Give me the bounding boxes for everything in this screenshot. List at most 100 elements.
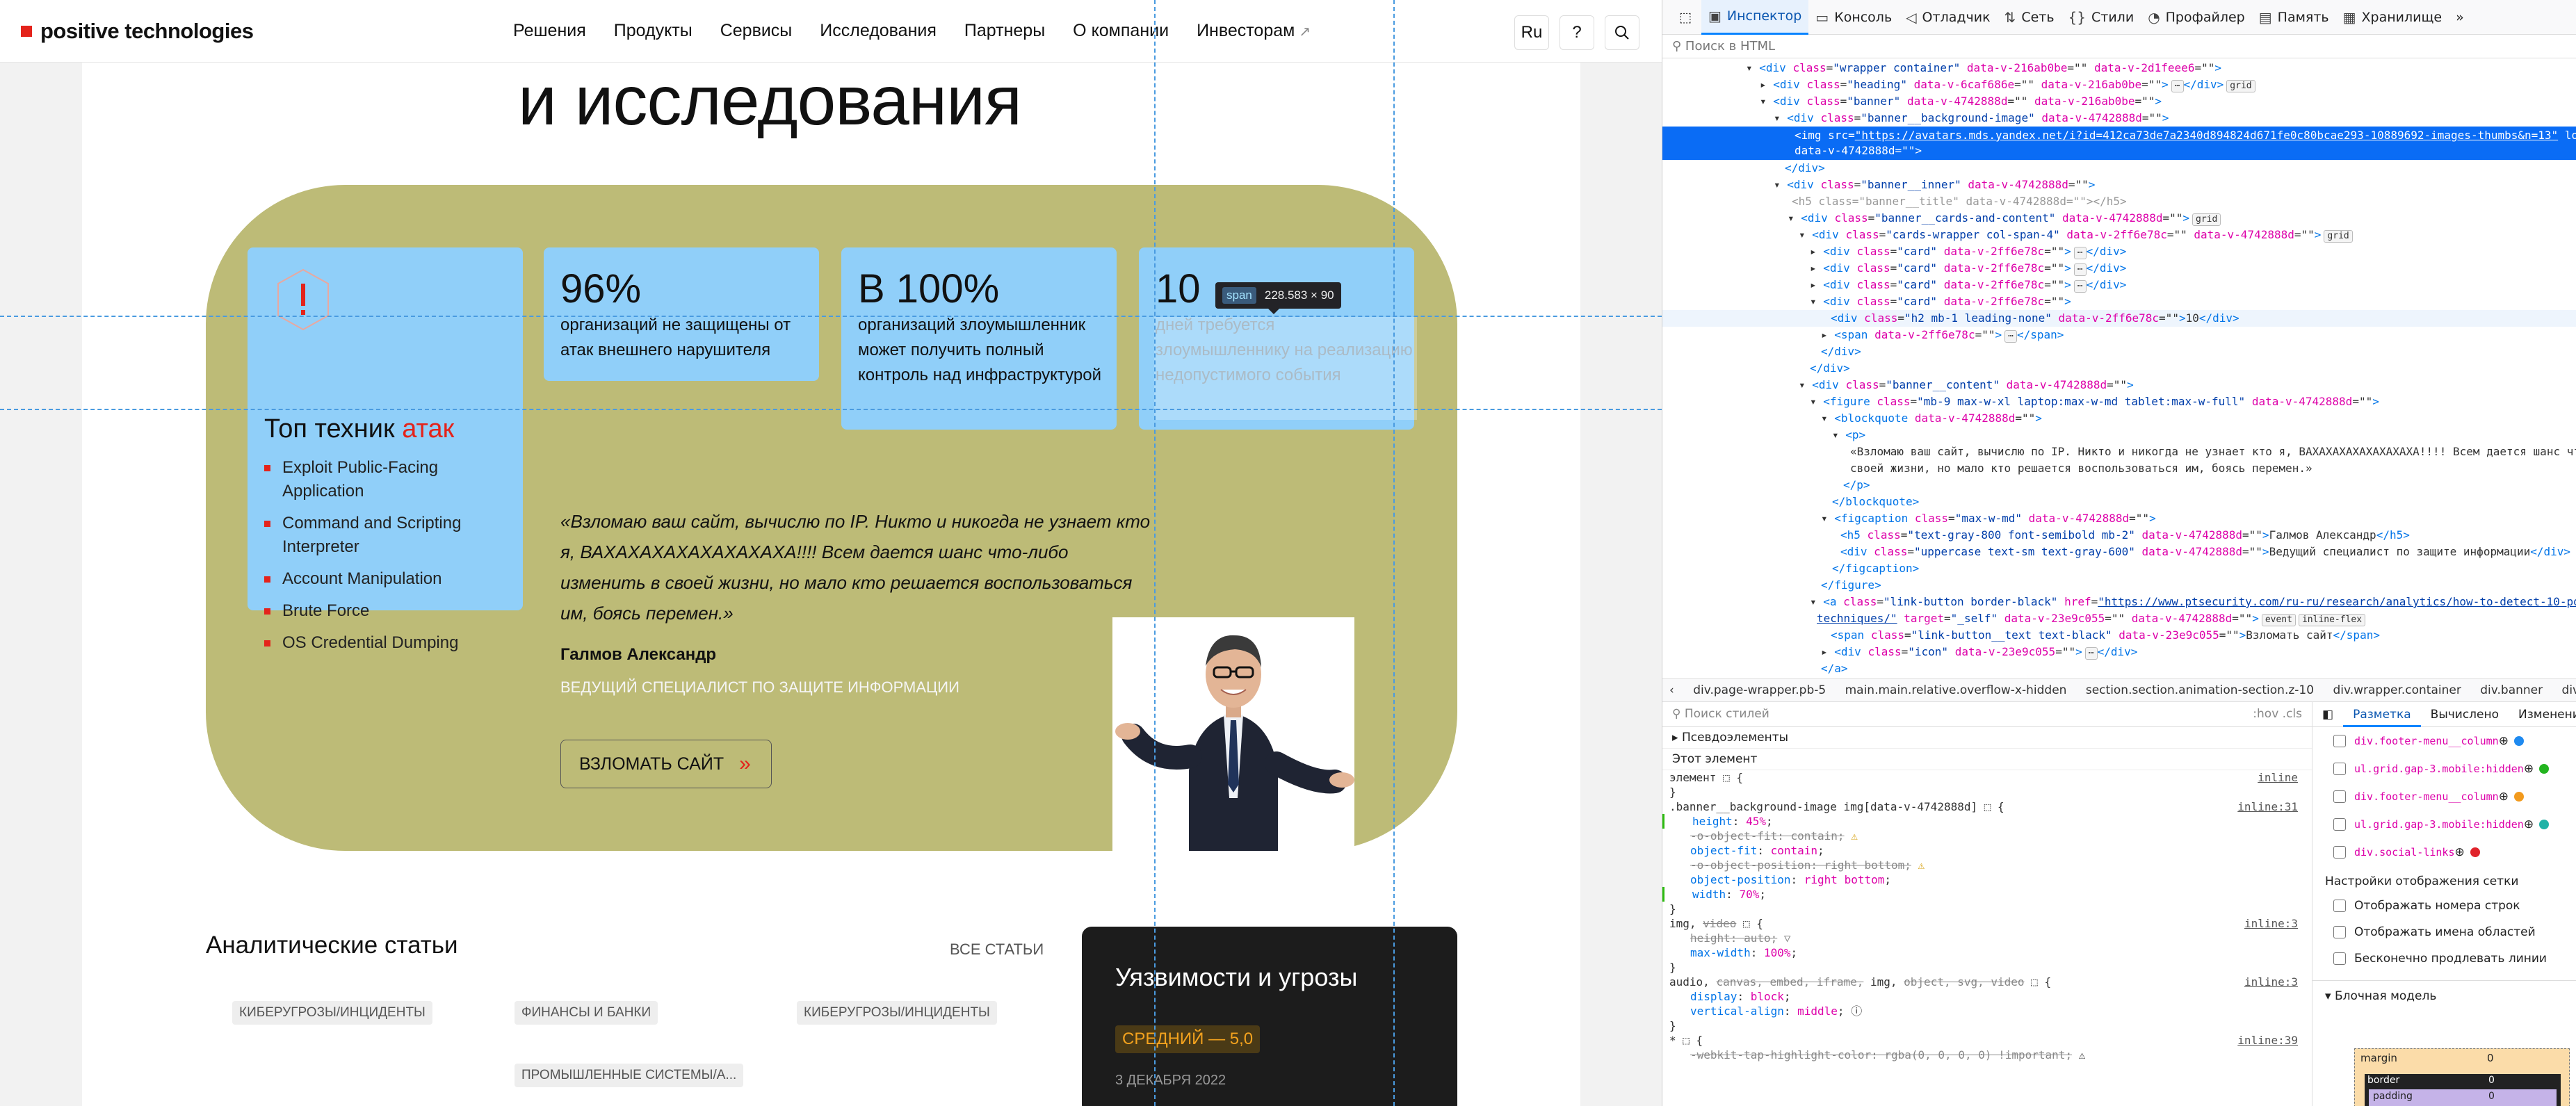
dom-node[interactable]: <div class="h2 mb-1 leading-none" data-v… xyxy=(1662,310,2576,327)
dom-node[interactable]: </a> xyxy=(1662,660,2576,677)
dom-node[interactable]: ▸ <div class="card" data-v-2ff6e78c=""> ⋯… xyxy=(1662,260,2576,277)
article-card[interactable]: Киберугрозы/инциденты xyxy=(770,980,1039,1106)
grid-setting[interactable]: Отображать имена областей xyxy=(2312,919,2576,945)
grid-overlay-item[interactable]: div.footer-menu__column ⊕ xyxy=(2312,727,2576,755)
css-declaration[interactable]: height: 45%; xyxy=(1662,814,2312,829)
tab-console[interactable]: ▭ Консоль xyxy=(1808,0,1899,35)
dom-node[interactable]: </p> xyxy=(1662,477,2576,494)
dom-node[interactable]: </div> xyxy=(1662,343,2576,360)
grid-setting[interactable]: Бесконечно продлевать линии xyxy=(2312,945,2576,972)
article-tag[interactable]: Промышленные системы/А... xyxy=(515,1064,744,1087)
styles-filter-input[interactable]: ⚲ Поиск стилей xyxy=(1672,707,1769,722)
tab-inspector[interactable]: ▣ Инспектор xyxy=(1701,0,1809,35)
styles-toggle-buttons[interactable]: :hov .cls xyxy=(2253,707,2302,722)
checkbox[interactable] xyxy=(2333,846,2346,859)
breadcrumb-item[interactable]: div.banner xyxy=(2480,683,2543,697)
article-card[interactable]: Финансы и банки Промышленные системы/А..… xyxy=(488,980,756,1106)
checkbox[interactable] xyxy=(2333,763,2346,775)
grid-overlay-item[interactable]: ul.grid.gap-3.mobile:hidden ⊕ xyxy=(2312,811,2576,838)
checkbox[interactable] xyxy=(2333,900,2346,912)
breadcrumb-item[interactable]: section.section.animation-section.z-10 xyxy=(2086,683,2314,697)
grid-setting[interactable]: Отображать номера строк xyxy=(2312,893,2576,919)
css-declaration[interactable]: -o-object-position: right bottom; ⚠ xyxy=(1662,858,2312,872)
dom-node[interactable]: ▸ <div class="heading" data-v-6caf686e="… xyxy=(1662,76,2576,93)
vulnerabilities-card[interactable]: Уязвимости и угрозы Средний — 5,0 3 дека… xyxy=(1082,927,1457,1106)
tab-debugger[interactable]: ◁ Отладчик xyxy=(1899,0,1997,35)
sidebar-toggle-icon[interactable]: ◧ xyxy=(2312,702,2343,727)
dom-node[interactable]: <h5 class="text-gray-800 font-semibold m… xyxy=(1662,527,2576,544)
article-tag[interactable]: Киберугрозы/инциденты xyxy=(797,1001,997,1025)
dom-node[interactable]: techniques/" target="_self" data-v-23e9c… xyxy=(1662,610,2576,627)
checkbox[interactable] xyxy=(2333,790,2346,803)
nav-item-services[interactable]: Сервисы xyxy=(720,21,793,41)
dom-node[interactable]: ▸ <div class="card" data-v-2ff6e78c=""> ⋯… xyxy=(1662,243,2576,260)
checkbox[interactable] xyxy=(2333,926,2346,938)
breadcrumb-item[interactable]: div.page-wrapper.pb-5 xyxy=(1693,683,1826,697)
dom-node[interactable]: ▸ <div class="card" data-v-2ff6e78c=""> ⋯… xyxy=(1662,277,2576,293)
css-declaration[interactable]: object-position: right bottom; xyxy=(1662,872,2312,887)
css-rule[interactable]: img, video ⬚ {inline:3 xyxy=(1662,916,2312,931)
tab-computed[interactable]: Вычислено xyxy=(2421,702,2509,727)
search-button[interactable] xyxy=(1605,15,1639,50)
dom-node[interactable]: </figure> xyxy=(1662,577,2576,594)
hack-site-button[interactable]: Взломать сайт » xyxy=(560,740,772,788)
tab-changes[interactable]: Изменения xyxy=(2509,702,2576,727)
dom-node-selected[interactable]: <img src="https://avatars.mds.yandex.net… xyxy=(1662,127,2576,160)
dom-node[interactable]: <div class="uppercase text-sm text-gray-… xyxy=(1662,544,2576,560)
color-swatch[interactable] xyxy=(2539,764,2550,774)
css-rule[interactable]: * ⬚ {inline:39 xyxy=(1662,1033,2312,1048)
css-rule[interactable]: audio, canvas, embed, iframe, img, objec… xyxy=(1662,975,2312,989)
css-rule[interactable]: элемент ⬚ {inline xyxy=(1662,770,2312,785)
dom-node[interactable]: ▾ <div class="wrapper container" data-v-… xyxy=(1662,60,2576,76)
dom-node[interactable]: ▾ <div class="banner__background-image" … xyxy=(1662,110,2576,127)
dom-node[interactable]: ▾ <blockquote data-v-4742888d=""> xyxy=(1662,410,2576,427)
dom-node[interactable]: ▾ <div class="card" data-v-2ff6e78c=""> xyxy=(1662,293,2576,310)
css-rule[interactable]: .banner__background-image img[data-v-474… xyxy=(1662,799,2312,814)
breadcrumb-item[interactable]: div.wrapper.container xyxy=(2333,683,2461,697)
help-button[interactable]: ? xyxy=(1560,15,1594,50)
css-declaration[interactable]: width: 70%; xyxy=(1662,887,2312,902)
breadcrumb-item[interactable]: main.main.relative.overflow-x-hidden xyxy=(1845,683,2067,697)
all-articles-link[interactable]: Все статьи xyxy=(950,941,1044,959)
logo[interactable]: positive technologies xyxy=(21,19,254,43)
breadcrumb-item[interactable]: div.banner__background-i xyxy=(2562,683,2576,697)
grid-overlay-item[interactable]: div.social-links ⊕ xyxy=(2312,838,2576,866)
grid-overlay-item[interactable]: div.footer-menu__column ⊕ xyxy=(2312,783,2576,811)
nav-item-products[interactable]: Продукты xyxy=(614,21,692,41)
tab-profiler[interactable]: ◔ Профайлер xyxy=(2141,0,2252,35)
article-tag[interactable]: Киберугрозы/инциденты xyxy=(232,1001,432,1025)
tab-storage[interactable]: ▦ Хранилище xyxy=(2336,0,2449,35)
tab-network[interactable]: ⇅ Сеть xyxy=(1998,0,2061,35)
language-button[interactable]: Ru xyxy=(1514,15,1549,50)
css-declaration[interactable]: vertical-align: middle; ⓘ xyxy=(1662,1004,2312,1018)
nav-item-research[interactable]: Исследования xyxy=(820,21,937,41)
dom-node[interactable]: ▾ <figcaption class="max-w-md" data-v-47… xyxy=(1662,510,2576,527)
dom-node[interactable]: </div> xyxy=(1662,160,2576,177)
nav-item-partners[interactable]: Партнеры xyxy=(964,21,1045,41)
color-swatch[interactable] xyxy=(2470,847,2480,857)
checkbox[interactable] xyxy=(2333,952,2346,965)
css-declaration[interactable]: max-width: 100%; xyxy=(1662,945,2312,960)
dom-node[interactable]: ▾ <div class="banner__cards-and-content"… xyxy=(1662,210,2576,227)
html-search-input[interactable]: ⚲ Поиск в HTML xyxy=(1662,35,2576,58)
dom-node[interactable]: ▸ <div class="icon" data-v-23e9c055=""> ⋯… xyxy=(1662,644,2576,660)
dom-node[interactable]: ▾ <div class="banner" data-v-4742888d=""… xyxy=(1662,93,2576,110)
css-declaration[interactable]: -webkit-tap-highlight-color: rgba(0, 0, … xyxy=(1662,1048,2312,1062)
dom-node[interactable]: <h5 class="banner__title" data-v-4742888… xyxy=(1662,193,2576,210)
css-declaration[interactable]: object-fit: contain; xyxy=(1662,843,2312,858)
pseudo-elements-section[interactable]: ▸ Псевдоэлементы xyxy=(1662,727,2312,749)
dom-node[interactable]: ▾ <p> xyxy=(1662,427,2576,444)
color-swatch[interactable] xyxy=(2513,792,2524,802)
color-swatch[interactable] xyxy=(2539,820,2550,829)
dom-node[interactable]: ▾ <figure class="mb-9 max-w-xl laptop:ma… xyxy=(1662,393,2576,410)
dom-node[interactable]: ▾ <div class="banner__inner" data-v-4742… xyxy=(1662,177,2576,193)
grid-overlay-item[interactable]: ul.grid.gap-3.mobile:hidden ⊕ xyxy=(2312,755,2576,783)
article-tag[interactable]: Финансы и банки xyxy=(515,1001,658,1025)
dom-node[interactable]: </div> xyxy=(1662,360,2576,377)
checkbox[interactable] xyxy=(2333,818,2346,831)
nav-item-solutions[interactable]: Решения xyxy=(513,21,586,41)
tab-layout[interactable]: Разметка xyxy=(2343,702,2421,727)
css-declaration[interactable]: height: auto; ▽ xyxy=(1662,931,2312,945)
dom-node[interactable]: <span class="link-button__text text-blac… xyxy=(1662,627,2576,644)
tab-memory[interactable]: ▤ Память xyxy=(2252,0,2336,35)
